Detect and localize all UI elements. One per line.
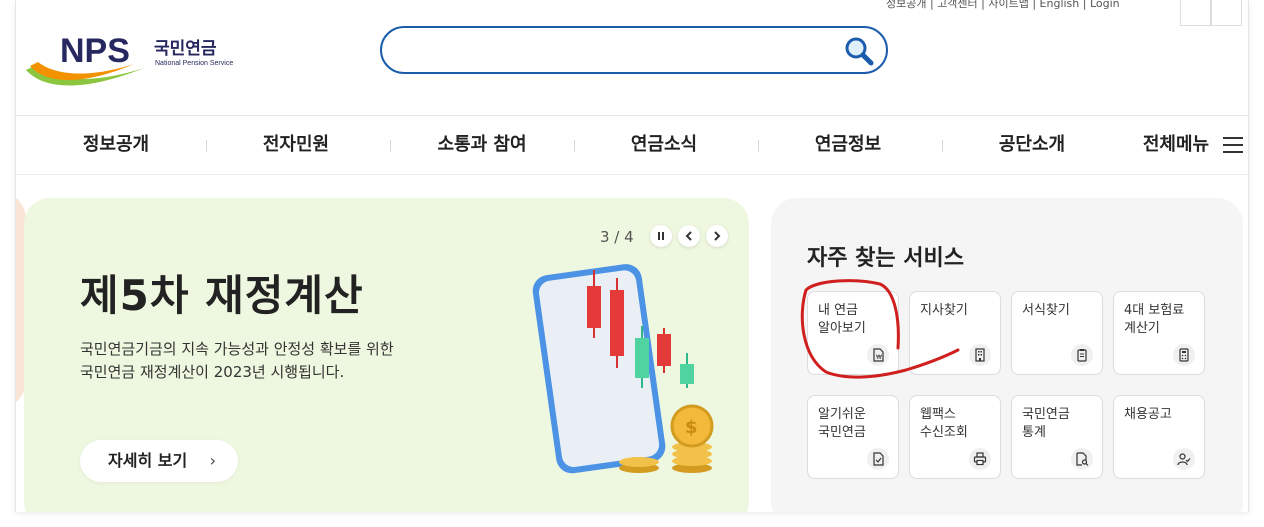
gnb-separator bbox=[758, 140, 759, 152]
building-icon bbox=[969, 344, 991, 366]
service-label: 내 연금 알아보기 bbox=[818, 303, 866, 336]
gnb-item-pension-info[interactable]: 연금정보 bbox=[810, 116, 886, 174]
banner-title: 제5차 재정계산 bbox=[80, 271, 364, 320]
service-label: 지사찾기 bbox=[920, 303, 968, 318]
service-pension-statistics[interactable]: 국민연금 통계 bbox=[1011, 395, 1103, 479]
logo-text: NPS bbox=[60, 32, 130, 70]
nps-logo[interactable]: NPS 국민연금 National Pension Service bbox=[24, 30, 244, 90]
gnb-separator bbox=[390, 140, 391, 152]
document-check-icon bbox=[867, 448, 889, 470]
banner-desc-line2: 국민연금 재정계산이 2023년 시행됩니다. bbox=[80, 363, 345, 381]
hamburger-menu-icon[interactable] bbox=[1223, 136, 1243, 154]
top-utility-buttons bbox=[1180, 0, 1242, 26]
chevron-right-icon bbox=[714, 231, 721, 241]
phone-chart-illustration: $ bbox=[532, 264, 714, 474]
search-field[interactable] bbox=[380, 26, 888, 74]
calculator-icon bbox=[1173, 344, 1195, 366]
service-label: 서식찾기 bbox=[1022, 303, 1070, 318]
pause-button[interactable] bbox=[650, 225, 672, 247]
person-check-icon bbox=[1173, 448, 1195, 470]
service-label: 알기쉬운 국민연금 bbox=[818, 407, 866, 440]
printer-icon bbox=[969, 448, 991, 470]
prev-slide-button[interactable] bbox=[678, 225, 700, 247]
service-label: 웹팩스 수신조회 bbox=[920, 407, 968, 440]
main-banner: 3 / 4 제5차 재정계산 국민연금기금의 지속 가능성과 안정성 확보를 위… bbox=[24, 198, 749, 512]
banner-description: 국민연금기금의 지속 가능성과 안정성 확보를 위한 국민연금 재정계산이 20… bbox=[80, 338, 394, 384]
gnb-separator bbox=[942, 140, 943, 152]
banner-pager: 3 / 4 bbox=[600, 228, 634, 246]
top-utility-links[interactable]: 정보공개 | 고객센터 | 사이트맵 | English | Login bbox=[886, 0, 1186, 14]
chevron-right-icon: › bbox=[209, 451, 216, 470]
main-navigation: 정보공개 전자민원 소통과 참여 연금소식 연금정보 공단소개 전체메뉴 bbox=[16, 116, 1248, 174]
gnb-item-info-disclosure[interactable]: 정보공개 bbox=[78, 116, 154, 174]
service-find-forms[interactable]: 서식찾기 bbox=[1011, 291, 1103, 375]
pause-icon bbox=[658, 232, 664, 240]
gnb-item-e-civil[interactable]: 전자민원 bbox=[258, 116, 334, 174]
service-recruitment[interactable]: 채용공고 bbox=[1113, 395, 1205, 479]
service-label: 국민연금 통계 bbox=[1022, 407, 1070, 440]
more-details-label: 자세히 보기 bbox=[108, 451, 188, 470]
banner-desc-line1: 국민연금기금의 지속 가능성과 안정성 확보를 위한 bbox=[80, 340, 394, 358]
gnb-item-about[interactable]: 공단소개 bbox=[994, 116, 1070, 174]
nav-divider bbox=[16, 174, 1248, 175]
service-easy-pension[interactable]: 알기쉬운 국민연금 bbox=[807, 395, 899, 479]
font-size-down-button[interactable] bbox=[1211, 0, 1242, 26]
page-frame: 정보공개 | 고객센터 | 사이트맵 | English | Login NPS… bbox=[15, 0, 1249, 512]
gnb-item-pension-news[interactable]: 연금소식 bbox=[626, 116, 702, 174]
service-insurance-calculator[interactable]: 4대 보험료 계산기 bbox=[1113, 291, 1205, 375]
clipboard-icon bbox=[1071, 344, 1093, 366]
search-button[interactable] bbox=[842, 34, 876, 68]
service-label: 4대 보험료 계산기 bbox=[1124, 303, 1185, 336]
more-details-button[interactable]: 자세히 보기 › bbox=[80, 440, 238, 482]
search-icon bbox=[845, 37, 874, 66]
logo-english: National Pension Service bbox=[155, 60, 233, 67]
gnb-separator bbox=[574, 140, 575, 152]
svg-text:$: $ bbox=[685, 417, 698, 438]
frequent-services-title: 자주 찾는 서비스 bbox=[807, 246, 964, 271]
logo-korean: 국민연금 bbox=[154, 39, 217, 59]
service-label: 채용공고 bbox=[1124, 407, 1172, 422]
pension-doc-icon: ₩ bbox=[867, 344, 889, 366]
svg-text:₩: ₩ bbox=[876, 354, 882, 361]
next-slide-button[interactable] bbox=[706, 225, 728, 247]
service-find-branch[interactable]: 지사찾기 bbox=[909, 291, 1001, 375]
document-search-icon bbox=[1071, 448, 1093, 470]
chevron-left-icon bbox=[685, 231, 692, 241]
gnb-item-communication[interactable]: 소통과 참여 bbox=[434, 116, 530, 174]
service-my-pension[interactable]: 내 연금 알아보기 ₩ bbox=[807, 291, 899, 375]
font-size-up-button[interactable] bbox=[1180, 0, 1211, 26]
gnb-item-all-menu[interactable]: 전체메뉴 bbox=[1138, 116, 1214, 174]
service-webfax[interactable]: 웹팩스 수신조회 bbox=[909, 395, 1001, 479]
frequent-services-panel: 자주 찾는 서비스 내 연금 알아보기 ₩ 지사찾기 서식찾기 4대 보험료 계… bbox=[771, 198, 1243, 512]
gnb-separator bbox=[206, 140, 207, 152]
